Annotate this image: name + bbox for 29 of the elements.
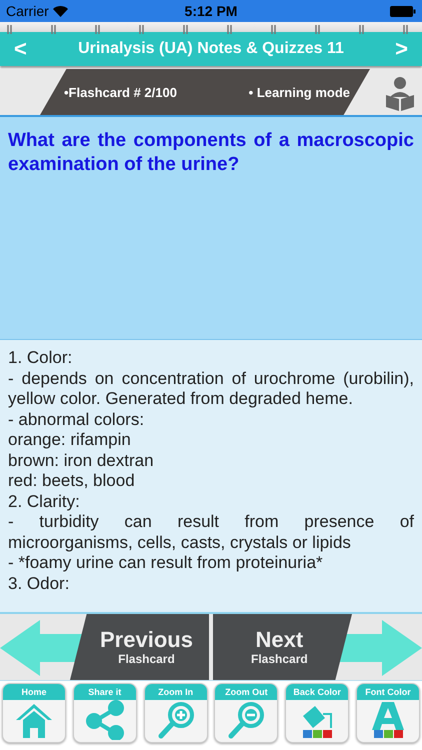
back-button[interactable]: < [10, 36, 31, 62]
zoom-in-icon [156, 700, 196, 740]
toolbar-button[interactable]: Share it [72, 683, 137, 743]
toolbar-button[interactable]: Back Color [285, 683, 350, 743]
toolbar-button[interactable]: Zoom Out [214, 683, 278, 743]
answer-line: - *foamy urine can result from proteinuria* [8, 553, 324, 574]
toolbar-button[interactable]: Home [2, 683, 66, 743]
question-text: What are the components of a macroscopic examination of the urine? [8, 129, 414, 177]
flashcard-counter: •Flashcard # 2/100 [64, 84, 177, 100]
forward-button[interactable]: > [391, 36, 412, 62]
carrier-label: Carrier [6, 3, 49, 19]
answer-line: orange: rifampin [8, 430, 132, 450]
answer-line: 3. Odor: [8, 574, 70, 594]
battery-icon [390, 6, 416, 16]
answer-line: - turbidity can result from presence of microorganisms, cells, casts, crystals or lipids [8, 512, 414, 553]
clock-time: 5:12 PM [184, 3, 238, 19]
answer-line: red: beets, blood [8, 471, 136, 492]
screen-title: Urinalysis (UA) Notes & Quizzes 11 [78, 40, 344, 58]
toolbar-button[interactable]: Zoom In [144, 683, 208, 743]
zoom-out-icon [226, 700, 266, 740]
mode-label: • Learning mode [248, 84, 350, 100]
answer-line: - depends on concentration of urochrome (urobilin), yellow color. Generated from degraded heme. [8, 368, 414, 410]
share-icon [84, 700, 125, 740]
answer-line: - abnormal colors: [8, 410, 146, 430]
answer-line: 2. Clarity: [8, 492, 81, 512]
answer-line: 1. Color: [8, 348, 74, 368]
wifi-icon [52, 6, 68, 16]
toolbar-button[interactable]: Font Color [356, 683, 420, 743]
answer-line: brown: iron dextran [8, 450, 155, 471]
